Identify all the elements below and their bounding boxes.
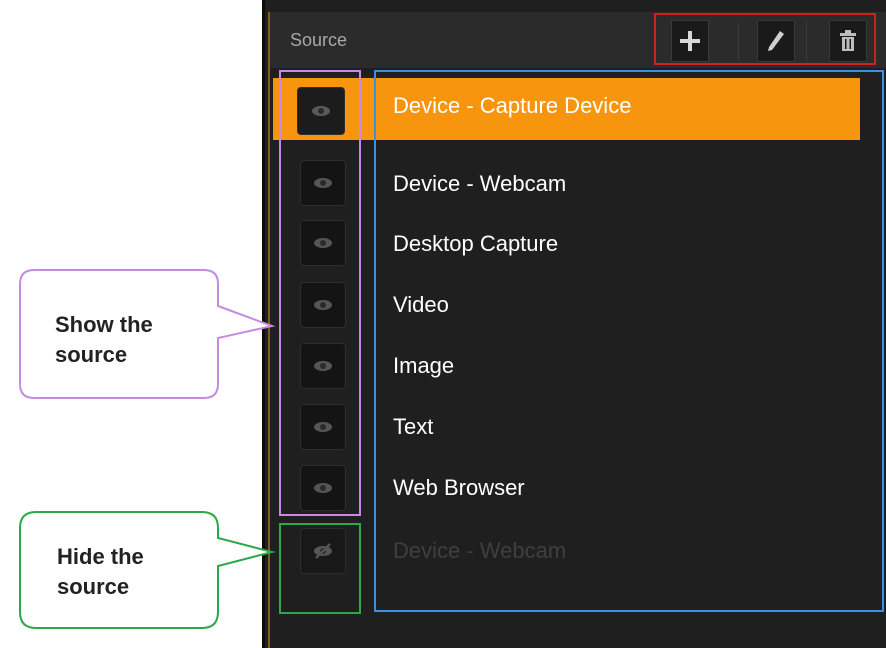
- show-callout-text: Show the source: [55, 310, 153, 370]
- show-callout-line2: source: [55, 342, 128, 367]
- hide-callout-line1: Hide the: [57, 544, 144, 569]
- hide-callout-line2: source: [57, 574, 130, 599]
- show-callout-line1: Show the: [55, 312, 153, 337]
- hide-callout-text: Hide the source: [57, 542, 144, 602]
